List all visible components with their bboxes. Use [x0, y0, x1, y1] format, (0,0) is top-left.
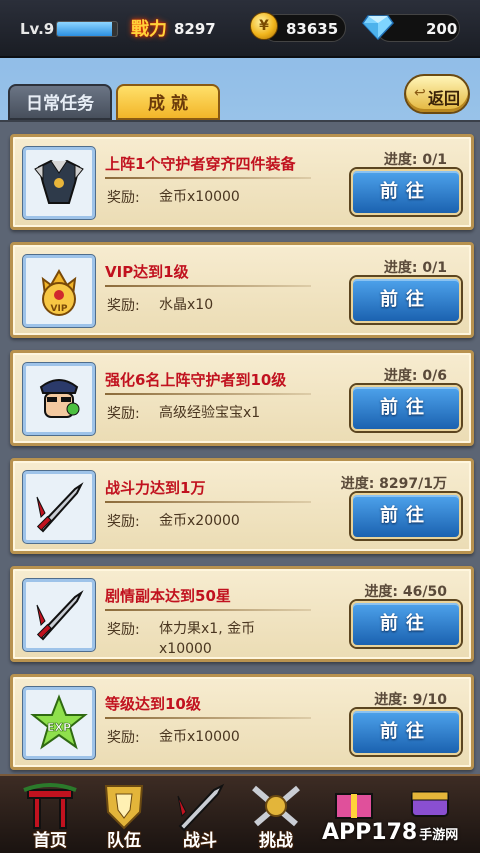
gem-value: 200	[426, 20, 458, 38]
challenge-crossed-swords-icon	[252, 785, 300, 827]
watermark: APP178 手游网	[322, 820, 480, 853]
team-shield-icon	[104, 785, 144, 830]
level-progress-fill	[57, 22, 113, 36]
nav-challenge[interactable]: 挑战	[240, 776, 312, 853]
go-button[interactable]: 前往	[351, 385, 461, 431]
task-card: EXP 等级达到10级 奖励: 金币x10000 进度: 9/10 前往	[10, 674, 474, 770]
task-progress: 进度: 0/6	[383, 368, 447, 384]
task-progress: 进度: 0/1	[383, 152, 447, 168]
exp-star-icon: EXP	[23, 687, 95, 759]
divider	[105, 393, 311, 395]
task-card: 战斗力达到1万 奖励: 金币x20000 进度: 8297/1万 前往	[10, 458, 474, 554]
divider	[105, 285, 311, 287]
player-level: Lv.9	[20, 20, 55, 38]
gold-coin-icon: ¥	[250, 12, 278, 40]
watermark-main: APP178	[322, 820, 418, 845]
tab-daily-tasks[interactable]: 日常任务	[8, 84, 112, 120]
achievement-list[interactable]: 上阵1个守护者穿齐四件装备 奖励: 金币x10000 进度: 0/1 前往 VI…	[0, 120, 480, 774]
sword-icon	[23, 579, 95, 651]
nav-team-label: 队伍	[107, 831, 141, 851]
task-card: 剧情副本达到50星 奖励: 体力果x1, 金币x10000 进度: 46/50 …	[10, 566, 474, 662]
reward-label: 奖励:	[107, 622, 140, 638]
home-gate-icon	[23, 783, 77, 829]
task-title: 等级达到10级	[105, 695, 201, 713]
task-progress: 进度: 46/50	[364, 584, 447, 600]
divider	[105, 609, 311, 611]
battle-sword-icon	[177, 783, 225, 832]
reward-label: 奖励:	[107, 514, 140, 530]
reward-text: 金币x10000	[159, 189, 240, 205]
task-title: 强化6名上阵守护者到10级	[105, 371, 287, 389]
nav-battle-label: 战斗	[183, 831, 217, 851]
task-card: VIP VIP达到1级 奖励: 水晶x10 进度: 0/1 前往	[10, 242, 474, 338]
reward-text: 高级经验宝宝x1	[159, 405, 261, 421]
task-progress: 进度: 0/1	[383, 260, 447, 276]
sword-icon	[23, 471, 95, 543]
reward-text: 金币x20000	[159, 513, 240, 529]
task-progress: 进度: 9/10	[374, 692, 447, 708]
task-title: 剧情副本达到50星	[105, 587, 231, 605]
go-button[interactable]: 前往	[351, 169, 461, 215]
divider	[105, 501, 311, 503]
nav-home-label: 首页	[33, 831, 67, 851]
gold-value: 83635	[286, 20, 339, 38]
go-button[interactable]: 前往	[351, 601, 461, 647]
diamond-icon	[362, 15, 394, 40]
task-title: 战斗力达到1万	[105, 479, 206, 497]
watermark-sub: 手游网	[419, 828, 459, 843]
task-card: 上阵1个守护者穿齐四件装备 奖励: 金币x10000 进度: 0/1 前往	[10, 134, 474, 230]
armor-icon	[23, 147, 95, 219]
back-button-label: 返回	[428, 89, 461, 108]
nav-team[interactable]: 队伍	[88, 776, 160, 853]
reward-text: 水晶x10	[159, 297, 214, 313]
battle-power-value: 8297	[174, 20, 216, 38]
go-button[interactable]: 前往	[351, 493, 461, 539]
reward-label: 奖励:	[107, 730, 140, 746]
go-button[interactable]: 前往	[351, 709, 461, 755]
go-button[interactable]: 前往	[351, 277, 461, 323]
reward-label: 奖励:	[107, 190, 140, 206]
task-card: 强化6名上阵守护者到10级 奖励: 高级经验宝宝x1 进度: 0/6 前往	[10, 350, 474, 446]
reward-label: 奖励:	[107, 298, 140, 314]
tab-achievements[interactable]: 成 就	[116, 84, 220, 120]
task-title: VIP达到1级	[105, 263, 189, 281]
status-bar: Lv.9 戰力 8297 ¥ 83635 200	[0, 0, 480, 58]
divider	[105, 717, 311, 719]
nav-home[interactable]: 首页	[14, 776, 86, 853]
back-button[interactable]: ↩ 返回	[404, 74, 470, 114]
reward-label: 奖励:	[107, 406, 140, 422]
vip-badge-icon: VIP	[23, 255, 95, 327]
svg-text:EXP: EXP	[47, 721, 71, 734]
back-arrow-icon: ↩	[414, 85, 426, 101]
nav-challenge-label: 挑战	[259, 831, 293, 851]
nav-battle[interactable]: 战斗	[164, 776, 236, 853]
svg-text:VIP: VIP	[51, 304, 68, 314]
divider	[105, 177, 311, 179]
task-progress: 进度: 8297/1万	[340, 476, 447, 492]
reward-text: 体力果x1, 金币x10000	[159, 621, 256, 657]
battle-power-icon: 戰力	[131, 19, 167, 40]
task-title: 上阵1个守护者穿齐四件装备	[105, 155, 296, 173]
hero-portrait-icon	[23, 363, 95, 435]
level-progress-bar	[56, 21, 118, 37]
reward-text: 金币x10000	[159, 729, 240, 745]
